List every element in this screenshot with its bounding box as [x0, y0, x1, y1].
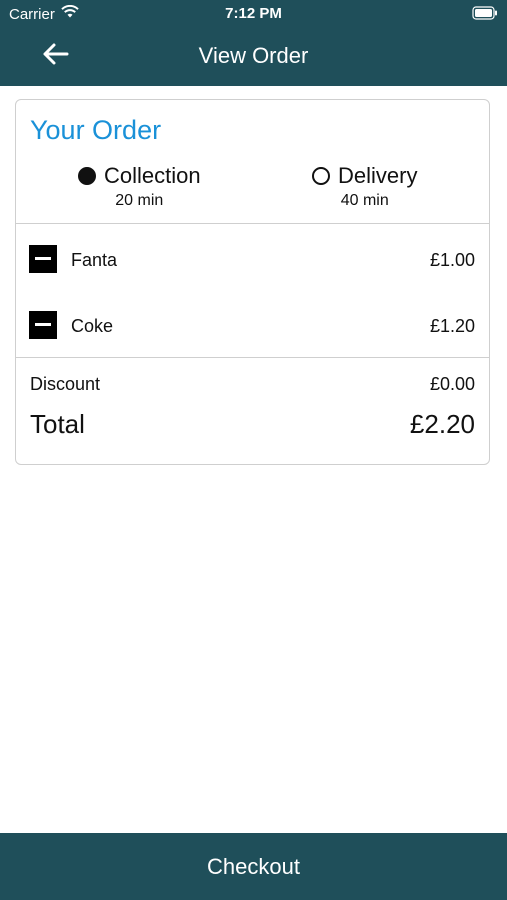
item-name: Fanta [71, 250, 118, 270]
checkout-button[interactable]: Checkout [0, 833, 507, 900]
minus-square-icon[interactable] [29, 245, 57, 273]
status-bar: Carrier 7:12 PM [0, 0, 507, 28]
status-time: 7:12 PM [225, 5, 282, 22]
collection-option[interactable]: Collection 20 min [78, 163, 201, 210]
collection-label: Collection [104, 163, 201, 188]
collection-time: 20 min [115, 192, 164, 209]
item-name: Coke [71, 316, 114, 336]
order-title: Your Order [30, 115, 162, 145]
delivery-label: Delivery [338, 163, 418, 188]
divider [16, 357, 489, 358]
nav-bar: View Order [0, 28, 507, 86]
radio-selected-icon[interactable] [78, 167, 96, 185]
top-bar: Carrier 7:12 PM View Order [0, 0, 507, 86]
radio-unselected-icon[interactable] [312, 167, 330, 185]
order-card: Your Order Collection 20 min Delivery 40… [15, 99, 490, 465]
page-title: View Order [198, 43, 309, 68]
item-price: £1.20 [429, 316, 475, 336]
divider [16, 223, 489, 224]
total-label: Total [30, 409, 85, 439]
order-item: Coke £1.20 [16, 306, 489, 346]
total-value: £2.20 [409, 409, 475, 439]
discount-value: £0.00 [429, 374, 475, 394]
minus-square-icon[interactable] [29, 311, 57, 339]
delivery-option[interactable]: Delivery 40 min [312, 163, 417, 210]
delivery-time: 40 min [340, 192, 389, 209]
item-price: £1.00 [429, 250, 475, 270]
battery-icon [472, 6, 498, 20]
discount-label: Discount [30, 374, 101, 394]
checkout-label: Checkout [207, 853, 300, 879]
order-item: Fanta £1.00 [16, 240, 489, 280]
